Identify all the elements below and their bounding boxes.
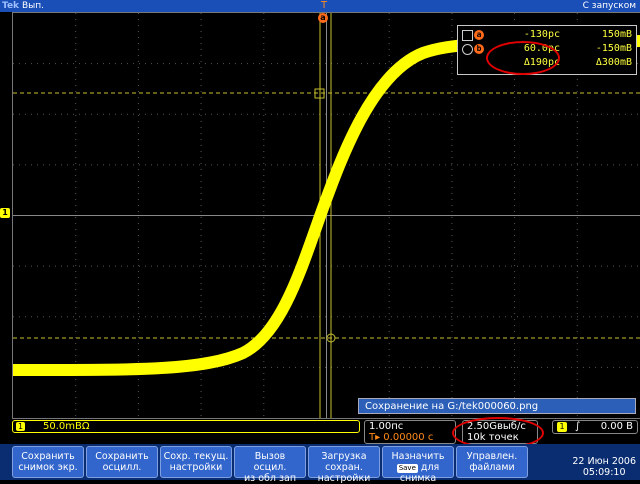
tek-logo: Tek: [2, 1, 20, 11]
channel-1-badge: 1: [16, 422, 25, 431]
button-label: Сохранить: [21, 451, 75, 462]
cursor-delta-value: Δ300mB: [595, 57, 632, 68]
cursor-value: -150mB: [595, 43, 632, 54]
save-waveform-button[interactable]: Сохранить осцилл.: [86, 446, 158, 478]
button-label: снимок экр.: [18, 462, 78, 473]
time: 05:09:10: [582, 467, 626, 478]
save-chip-icon: Save: [396, 464, 418, 473]
trigger-position-icon[interactable]: T: [319, 0, 329, 12]
file-utilities-button[interactable]: Управлен. файлами: [456, 446, 528, 478]
button-label: для: [420, 462, 440, 473]
highlight-oval: [486, 41, 560, 75]
channel-1-level-marker[interactable]: 1: [0, 208, 10, 218]
cursor-value: 150mB: [601, 29, 632, 40]
timebase-readout[interactable]: 1.00пс T▸ 0.00000 с: [364, 420, 456, 444]
button-label: Сохр. текущ.: [163, 451, 229, 462]
button-label: Управлен.: [466, 451, 518, 462]
trigger-mode-status: С запуском: [582, 1, 636, 11]
time-per-div: 1.00пс: [369, 421, 404, 432]
cursor-readout-row-a: a -130pc 150mB: [458, 28, 636, 42]
channel-1-scale[interactable]: 1 50.0mBΩ: [12, 420, 360, 433]
date: 22 Июн 2006: [572, 456, 636, 467]
button-label: Загрузка: [321, 451, 367, 462]
button-label: сохран.: [325, 462, 363, 473]
trigger-delay: T▸ 0.00000 с: [369, 432, 434, 443]
cursor-badge-a: a: [474, 30, 484, 40]
button-label: Вызов: [254, 451, 286, 462]
status-row: 1 50.0mBΩ 1.00пс T▸ 0.00000 с 2.50Gвыб/с…: [0, 417, 640, 449]
cursor-time: -130pc: [523, 29, 560, 40]
button-label: снимка: [399, 473, 437, 484]
date-time-display: 22 Июн 2006 05:09:10: [572, 456, 636, 478]
acquisition-state: Вып.: [22, 1, 45, 11]
trigger-source-badge: 1: [557, 422, 567, 432]
trigger-level: 0.00 B: [600, 421, 633, 432]
save-screenshot-button[interactable]: Сохранить снимок экр.: [12, 446, 84, 478]
button-label: осцилл.: [102, 462, 142, 473]
cursor-badge-b: b: [474, 44, 484, 54]
button-label: настройки: [317, 473, 371, 484]
load-setup-button[interactable]: Загрузка сохран. настройки: [308, 446, 380, 484]
channel-1-volts-div: 50.0mBΩ: [43, 421, 90, 432]
save-status-message: Сохранение на G:/tek000060.png: [358, 398, 636, 414]
save-setup-button[interactable]: Сохр. текущ. настройки: [160, 446, 232, 478]
square-icon: [462, 30, 473, 41]
button-label: осцил.: [253, 462, 287, 473]
button-label: файлами: [469, 462, 515, 473]
button-label: Сохранить: [95, 451, 149, 462]
trigger-readout[interactable]: 1 ∫ 0.00 B: [552, 420, 638, 434]
recall-waveform-button[interactable]: Вызов осцил. из обл зап: [234, 446, 306, 484]
cursor-a-marker[interactable]: a: [318, 13, 328, 23]
button-label: настройки: [169, 462, 223, 473]
bottom-menu-bar: Сохранить снимок экр. Сохранить осцилл. …: [0, 444, 640, 484]
button-label: Назначить: [391, 451, 445, 462]
circle-icon: [462, 44, 473, 55]
button-label: из обл зап: [243, 473, 297, 484]
assign-save-button[interactable]: Назначить Save для снимка: [382, 446, 454, 484]
rising-edge-icon: ∫: [575, 421, 581, 432]
